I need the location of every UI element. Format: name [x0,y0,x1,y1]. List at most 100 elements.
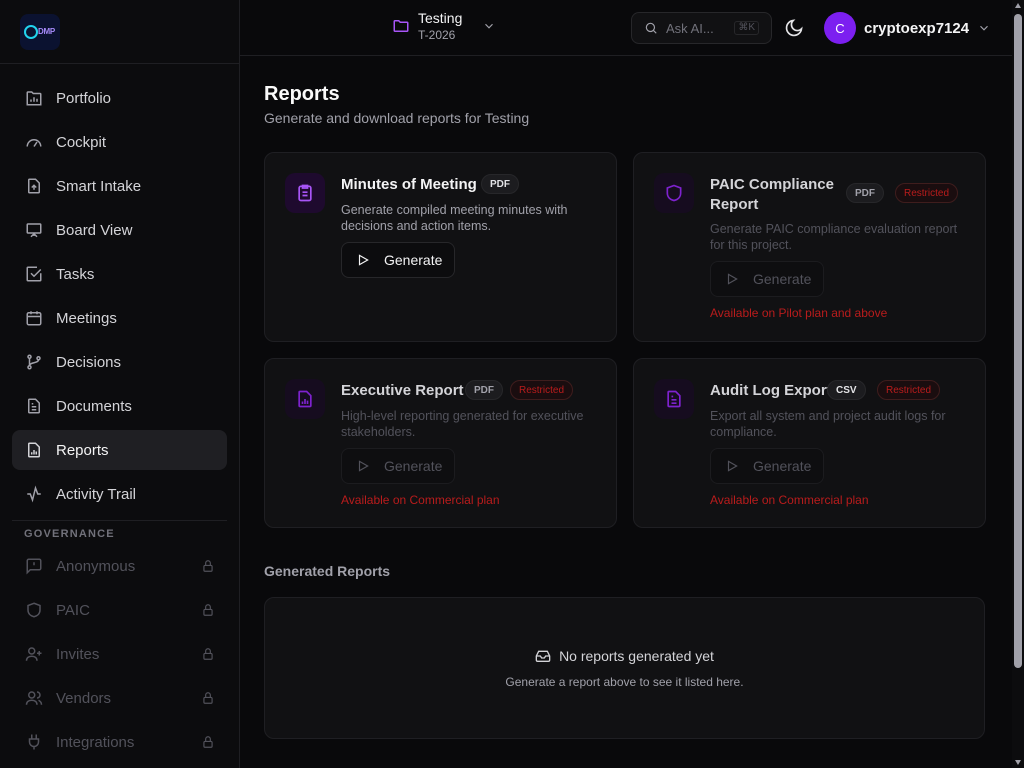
generate-button[interactable]: Generate [341,448,456,484]
format-badge: CSV [827,380,866,400]
sidebar-item-invites[interactable]: Invites [12,634,227,674]
gauge-icon [24,132,44,152]
scroll-up-arrow-icon[interactable] [1015,3,1021,8]
lock-icon [203,648,213,660]
governance-section-label: GOVERNANCE [24,528,115,540]
report-description: Generate compiled meeting minutes with d… [341,203,568,233]
lock-icon [203,560,213,572]
generate-label: Generate [753,271,812,287]
sidebar-nav: Portfolio Cockpit Smart Intake Board Vie… [0,64,239,514]
project-code: T-2026 [418,28,456,42]
sidebar-item-documents[interactable]: Documents [12,386,227,426]
git-branch-icon [24,352,44,372]
moon-icon[interactable] [784,18,804,38]
sidebar-item-label: Reports [56,441,109,459]
generate-label: Generate [753,458,812,474]
app-root: DMP Portfolio Cockpit Smart Intake Board… [0,0,1024,768]
restricted-badge: Restricted [895,183,959,203]
empty-state-row: No reports generated yet [265,648,984,664]
scroll-down-arrow-icon[interactable] [1015,760,1021,765]
chevron-down-icon [980,25,988,31]
sidebar-item-label: Integrations [56,733,135,751]
report-title: Audit Log Export [710,382,832,399]
sidebar-item-tasks[interactable]: Tasks [12,254,227,294]
document-icon [654,379,694,419]
plug-icon [24,732,44,752]
project-name: Testing [418,10,463,26]
calendar-icon [24,308,44,328]
shield-icon [24,600,44,620]
report-description: Export all system and project audit logs… [710,409,946,439]
sidebar-item-anonymous[interactable]: Anonymous [12,546,227,586]
top-header: Testing T-2026 Ask AI... ⌘K C cryptoexp7… [240,0,1012,56]
report-description: High-level reporting generated for execu… [341,409,584,439]
chevron-down-icon [485,23,494,29]
search-placeholder: Ask AI... [666,20,714,36]
sidebar-item-integrations[interactable]: Integrations [12,722,227,762]
logo-area: DMP [0,0,239,64]
sidebar-item-label: Cockpit [56,133,107,151]
sidebar-item-reports[interactable]: Reports [12,430,227,470]
report-chart-icon [285,379,325,419]
avatar: C [824,12,856,44]
project-text: Testing T-2026 [418,10,462,42]
sidebar-item-label: Documents [56,397,132,415]
sidebar: DMP Portfolio Cockpit Smart Intake Board… [0,0,240,768]
page-scrollbar[interactable] [1012,0,1024,768]
play-icon [727,273,738,285]
sidebar-item-label: Anonymous [56,557,136,575]
sidebar-item-decisions[interactable]: Decisions [12,342,227,382]
generated-reports-empty-state: No reports generated yet Generate a repo… [264,597,985,739]
format-badge: PDF [481,174,519,194]
sidebar-item-paic[interactable]: PAIC [12,590,227,630]
format-badge: PDF [846,183,884,203]
generate-button[interactable]: Generate [341,242,456,278]
lock-icon [203,692,213,704]
sidebar-item-label: Invites [56,645,100,663]
generate-label: Generate [384,252,443,268]
generated-reports-heading: Generated Reports [264,563,391,579]
project-switcher[interactable]: Testing T-2026 [392,10,496,42]
sidebar-item-label: Portfolio [56,89,112,107]
report-chart-icon [24,440,44,460]
generate-button[interactable]: Generate [710,261,825,297]
users-icon [24,688,44,708]
presentation-icon [24,220,44,240]
search-icon [645,22,657,34]
report-title: PAIC Compliance Report [710,176,834,213]
shield-icon [654,173,694,213]
sidebar-item-cockpit[interactable]: Cockpit [12,122,227,162]
scrollbar-thumb[interactable] [1014,14,1022,668]
play-icon [358,254,369,266]
app-logo[interactable]: DMP [20,13,60,50]
sidebar-item-meetings[interactable]: Meetings [12,298,227,338]
ask-ai-search[interactable]: Ask AI... ⌘K [631,12,772,44]
restricted-badge: Restricted [510,380,574,400]
play-icon [727,460,738,472]
sidebar-item-label: Tasks [56,265,95,283]
sidebar-item-portfolio[interactable]: Portfolio [12,78,227,118]
lock-icon [203,604,213,616]
sidebar-item-vendors[interactable]: Vendors [12,678,227,718]
availability-note: Available on Commercial plan [341,493,500,507]
file-upload-icon [24,176,44,196]
format-badge: PDF [465,380,503,400]
empty-state-subtitle: Generate a report above to see it listed… [505,675,744,689]
sidebar-item-smart-intake[interactable]: Smart Intake [12,166,227,206]
sidebar-item-label: Activity Trail [56,485,137,503]
inbox-icon [535,650,551,662]
sidebar-item-activity-trail[interactable]: Activity Trail [12,474,227,514]
restricted-badge: Restricted [877,380,941,400]
play-icon [358,460,369,472]
sidebar-item-board-view[interactable]: Board View [12,210,227,250]
report-description: Generate PAIC compliance evaluation repo… [710,222,958,252]
user-menu[interactable]: C cryptoexp7124 [824,12,991,44]
report-card-executive: Executive Report PDF Restricted High-lev… [264,358,617,528]
check-square-icon [24,264,44,284]
availability-note: Available on Commercial plan [710,493,869,507]
generate-button[interactable]: Generate [710,448,825,484]
sidebar-item-label: Board View [56,221,133,239]
report-card-minutes: Minutes of Meeting PDF Generate compiled… [264,152,617,342]
username: cryptoexp7124 [864,19,970,37]
lock-icon [203,736,213,748]
